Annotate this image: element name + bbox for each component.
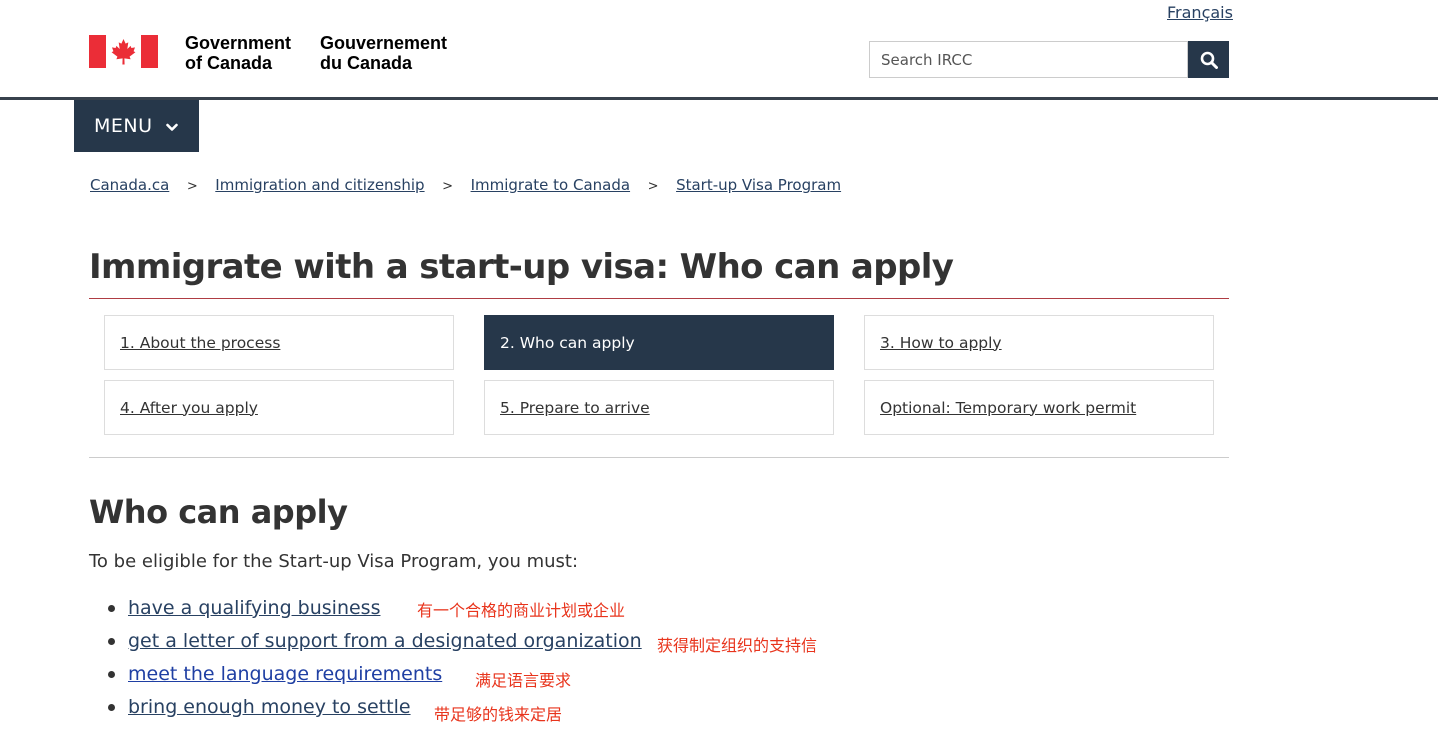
annotation-note: 带足够的钱来定居 xyxy=(434,705,563,724)
step-tab-how-to-apply[interactable]: 3. How to apply xyxy=(864,315,1214,370)
search-input[interactable] xyxy=(869,41,1188,78)
annotation-note: 获得制定组织的支持信 xyxy=(657,636,818,655)
step-tab-about-process[interactable]: 1. About the process xyxy=(104,315,454,370)
annotation-note: 满足语言要求 xyxy=(475,671,572,690)
canada-flag-icon xyxy=(89,35,158,68)
breadcrumb-link-immigrate[interactable]: Immigrate to Canada xyxy=(471,176,630,194)
bullet-icon xyxy=(108,670,115,678)
list-item: bring enough money to settle xyxy=(108,692,411,722)
government-wordmark-french: Gouvernement du Canada xyxy=(320,33,448,73)
step-tab-who-can-apply[interactable]: 2. Who can apply xyxy=(484,315,834,370)
list-item: have a qualifying business xyxy=(108,593,380,623)
bullet-icon xyxy=(108,637,115,645)
step-tab-prepare-to-arrive[interactable]: 5. Prepare to arrive xyxy=(484,380,834,435)
menu-button[interactable]: MENU xyxy=(74,100,199,152)
step-tab-label[interactable]: Optional: Temporary work permit xyxy=(880,399,1136,417)
government-wordmark-english: Government of Canada xyxy=(185,33,292,73)
requirement-link-language[interactable]: meet the language requirements xyxy=(128,663,442,685)
step-tab-after-you-apply[interactable]: 4. After you apply xyxy=(104,380,454,435)
section-heading: Who can apply xyxy=(89,493,348,531)
step-tab-label[interactable]: 5. Prepare to arrive xyxy=(500,399,650,417)
step-tab-temporary-work-permit[interactable]: Optional: Temporary work permit xyxy=(864,380,1214,435)
step-tab-label: 2. Who can apply xyxy=(500,333,635,352)
menu-label: MENU xyxy=(94,115,153,137)
search-icon xyxy=(1200,51,1218,69)
title-divider xyxy=(89,298,1229,299)
requirement-link-letter-of-support[interactable]: get a letter of support from a designate… xyxy=(128,630,642,652)
step-tab-label[interactable]: 4. After you apply xyxy=(120,399,258,417)
bullet-icon xyxy=(108,604,115,612)
bullet-icon xyxy=(108,703,115,711)
requirement-link-money-to-settle[interactable]: bring enough money to settle xyxy=(128,696,411,718)
search-button[interactable] xyxy=(1188,41,1229,78)
breadcrumb-separator: > xyxy=(647,179,659,194)
breadcrumb-separator: > xyxy=(186,179,198,194)
requirement-link-qualifying-business[interactable]: have a qualifying business xyxy=(128,597,380,619)
header-divider xyxy=(0,97,1438,100)
step-tab-label[interactable]: 1. About the process xyxy=(120,334,280,352)
list-item: meet the language requirements xyxy=(108,659,442,689)
step-tab-label[interactable]: 3. How to apply xyxy=(880,334,1002,352)
annotation-note: 有一个合格的商业计划或企业 xyxy=(417,601,626,620)
language-toggle-link[interactable]: Français xyxy=(1167,3,1233,22)
list-item: get a letter of support from a designate… xyxy=(108,626,642,656)
breadcrumb-link-startup-visa[interactable]: Start-up Visa Program xyxy=(676,176,841,194)
chevron-down-icon xyxy=(165,115,178,137)
breadcrumb: Canada.ca > Immigration and citizenship > Im… xyxy=(90,176,841,194)
steps-divider xyxy=(89,457,1229,458)
breadcrumb-link-canada[interactable]: Canada.ca xyxy=(90,176,169,194)
page-title: Immigrate with a start-up visa: Who can … xyxy=(89,247,954,287)
breadcrumb-link-immigration[interactable]: Immigration and citizenship xyxy=(215,176,424,194)
intro-text: To be eligible for the Start-up Visa Pro… xyxy=(89,551,579,572)
breadcrumb-separator: > xyxy=(442,179,454,194)
